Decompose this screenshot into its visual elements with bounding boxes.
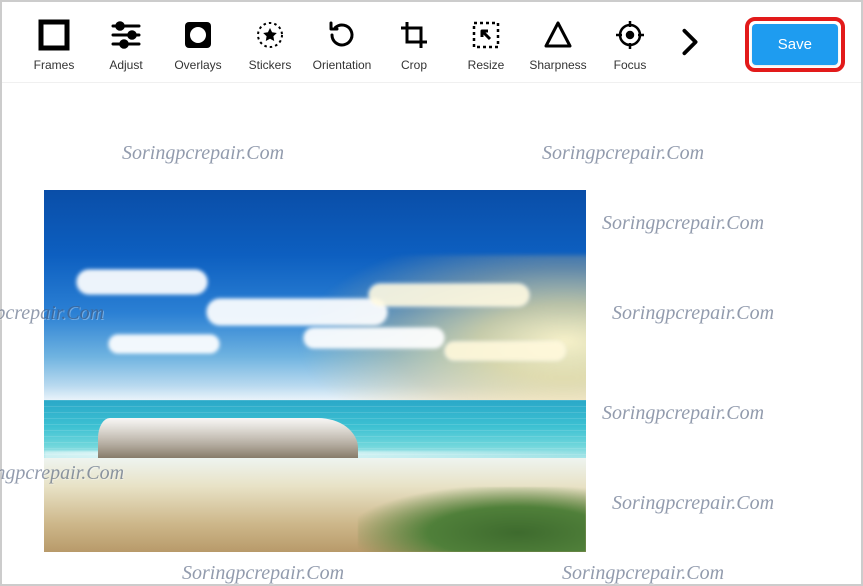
tool-overlays[interactable]: Overlays [162,16,234,72]
image-cloud [77,270,207,294]
chevron-right-icon [677,27,703,62]
image-cloud [109,335,219,353]
tool-label: Sharpness [529,58,586,72]
toolbar: Frames Adjust Overlays Sticke [2,2,861,83]
image-preview[interactable] [44,190,586,552]
stickers-icon [250,16,290,54]
tool-label: Overlays [174,58,221,72]
image-cloud [369,284,529,306]
tool-adjust[interactable]: Adjust [90,16,162,72]
tool-stickers[interactable]: Stickers [234,16,306,72]
tool-sharpness[interactable]: Sharpness [522,16,594,72]
tool-label: Frames [34,58,75,72]
orientation-icon [322,16,362,54]
toolbar-more-button[interactable] [670,27,710,62]
image-cloud [207,299,387,325]
sharpness-icon [538,16,578,54]
image-moss [358,487,586,552]
tool-resize[interactable]: Resize [450,16,522,72]
adjust-icon [106,16,146,54]
save-button[interactable]: Save [752,24,838,65]
tool-label: Resize [468,58,505,72]
canvas-area [30,122,849,572]
crop-icon [394,16,434,54]
tool-focus[interactable]: Focus [594,16,666,72]
focus-icon [610,16,650,54]
tool-label: Focus [614,58,647,72]
tool-label: Crop [401,58,427,72]
frames-icon [34,16,74,54]
tool-crop[interactable]: Crop [378,16,450,72]
tool-orientation[interactable]: Orientation [306,16,378,72]
image-cloud [445,342,565,360]
save-highlight: Save [745,17,845,72]
tool-frames[interactable]: Frames [18,16,90,72]
image-cloud [304,328,444,348]
tool-label: Orientation [313,58,372,72]
tool-label: Stickers [249,58,292,72]
overlays-icon [178,16,218,54]
app-frame: Frames Adjust Overlays Sticke [0,0,863,586]
tool-label: Adjust [109,58,142,72]
resize-icon [466,16,506,54]
